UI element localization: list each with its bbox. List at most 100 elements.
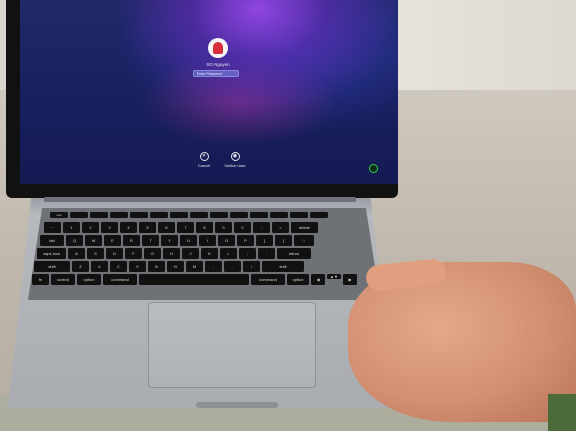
key[interactable]: ▶ — [343, 274, 357, 285]
key[interactable]: return — [277, 248, 311, 259]
key[interactable]: K — [201, 248, 218, 259]
key[interactable]: B — [148, 261, 165, 272]
key[interactable] — [139, 274, 249, 285]
key[interactable]: tab — [40, 235, 64, 246]
key[interactable]: \ — [294, 235, 314, 246]
key-power[interactable] — [310, 212, 328, 218]
key[interactable]: 7 — [177, 222, 194, 233]
key[interactable]: 8 — [196, 222, 213, 233]
key[interactable]: 0 — [234, 222, 251, 233]
key[interactable]: N — [167, 261, 184, 272]
key[interactable]: 6 — [158, 222, 175, 233]
key[interactable]: = — [272, 222, 289, 233]
keyboard-row: ~1 2 3 4 5 6 7 8 9 0- = delete — [44, 222, 318, 233]
key[interactable]: delete — [291, 222, 318, 233]
key[interactable]: V — [129, 261, 146, 272]
function-row: esc — [50, 212, 328, 218]
key-f11[interactable] — [270, 212, 288, 218]
key[interactable]: ~ — [44, 222, 61, 233]
key[interactable]: option — [287, 274, 309, 285]
key[interactable]: Y — [161, 235, 178, 246]
key[interactable]: 2 — [82, 222, 99, 233]
key[interactable]: ] — [275, 235, 292, 246]
key[interactable]: M — [186, 261, 203, 272]
key-esc[interactable]: esc — [50, 212, 68, 218]
close-icon: ✕ — [199, 152, 209, 161]
key[interactable]: H — [163, 248, 180, 259]
trackpad[interactable] — [148, 302, 316, 388]
key-f8[interactable] — [210, 212, 228, 218]
key[interactable]: A — [68, 248, 85, 259]
key[interactable]: O — [218, 235, 235, 246]
keyboard-row: caps lock A S D F G H J K L; ' return — [37, 248, 311, 259]
key[interactable]: P — [237, 235, 254, 246]
key[interactable]: D — [106, 248, 123, 259]
key[interactable]: W — [85, 235, 102, 246]
key-f6[interactable] — [170, 212, 188, 218]
key[interactable]: , — [205, 261, 222, 272]
key[interactable]: 4 — [120, 222, 137, 233]
key-f5[interactable] — [150, 212, 168, 218]
key[interactable]: 1 — [63, 222, 80, 233]
key[interactable]: E — [104, 235, 121, 246]
key[interactable]: L — [220, 248, 237, 259]
key-f12[interactable] — [290, 212, 308, 218]
switch-user-icon: ◉ — [230, 152, 240, 161]
key[interactable]: command — [251, 274, 285, 285]
sleeve — [548, 394, 576, 431]
key[interactable]: J — [182, 248, 199, 259]
key[interactable]: 9 — [215, 222, 232, 233]
key[interactable]: ▲▼ — [327, 274, 341, 279]
key[interactable]: fn — [32, 274, 49, 285]
key-f9[interactable] — [230, 212, 248, 218]
switch-user-button[interactable]: ◉ Switch User — [222, 152, 248, 168]
key[interactable]: Q — [66, 235, 83, 246]
user-avatar[interactable] — [208, 38, 228, 58]
key[interactable]: R — [123, 235, 140, 246]
key[interactable]: command — [103, 274, 137, 285]
keyboard-row: fn control option command command option ◀ ▲▼ ▶ — [32, 274, 357, 285]
key[interactable]: . — [224, 261, 241, 272]
key[interactable]: C — [110, 261, 127, 272]
key[interactable]: ◀ — [311, 274, 325, 285]
keyboard-row: tab Q W E R T Y U I O P[] \ — [40, 235, 314, 246]
key[interactable]: T — [142, 235, 159, 246]
key[interactable]: - — [253, 222, 270, 233]
key[interactable]: U — [180, 235, 197, 246]
key[interactable]: ; — [239, 248, 256, 259]
password-field[interactable]: Enter Password — [193, 70, 239, 77]
switch-user-label: Switch User — [224, 163, 246, 168]
cancel-label: Cancel — [197, 163, 211, 168]
laptop-hinge — [44, 197, 356, 202]
lid-notch — [196, 402, 278, 408]
key[interactable]: Z — [72, 261, 89, 272]
key-f2[interactable] — [90, 212, 108, 218]
laptop-lid: SG Nguyen Enter Password ✕ Cancel ◉ Swit… — [6, 0, 398, 198]
key-f3[interactable] — [110, 212, 128, 218]
keyboard-row: shift Z X C V B N M,. / shift — [34, 261, 304, 272]
power-icon[interactable] — [369, 164, 378, 173]
key[interactable]: X — [91, 261, 108, 272]
key[interactable]: ' — [258, 248, 275, 259]
key[interactable]: control — [51, 274, 75, 285]
key-f7[interactable] — [190, 212, 208, 218]
avatar-figure-icon — [213, 42, 223, 54]
key[interactable]: option — [77, 274, 101, 285]
key-f10[interactable] — [250, 212, 268, 218]
key-f4[interactable] — [130, 212, 148, 218]
key[interactable]: G — [144, 248, 161, 259]
key[interactable]: [ — [256, 235, 273, 246]
key[interactable]: 5 — [139, 222, 156, 233]
key[interactable]: S — [87, 248, 104, 259]
key[interactable]: I — [199, 235, 216, 246]
key[interactable]: caps lock — [37, 248, 66, 259]
key[interactable]: 3 — [101, 222, 118, 233]
key[interactable]: shift — [34, 261, 70, 272]
key[interactable]: shift — [262, 261, 304, 272]
login-screen: SG Nguyen Enter Password ✕ Cancel ◉ Swit… — [20, 0, 398, 184]
username-label: SG Nguyen — [206, 62, 230, 67]
key-f1[interactable] — [70, 212, 88, 218]
key[interactable]: / — [243, 261, 260, 272]
key[interactable]: F — [125, 248, 142, 259]
cancel-button[interactable]: ✕ Cancel — [191, 152, 217, 168]
